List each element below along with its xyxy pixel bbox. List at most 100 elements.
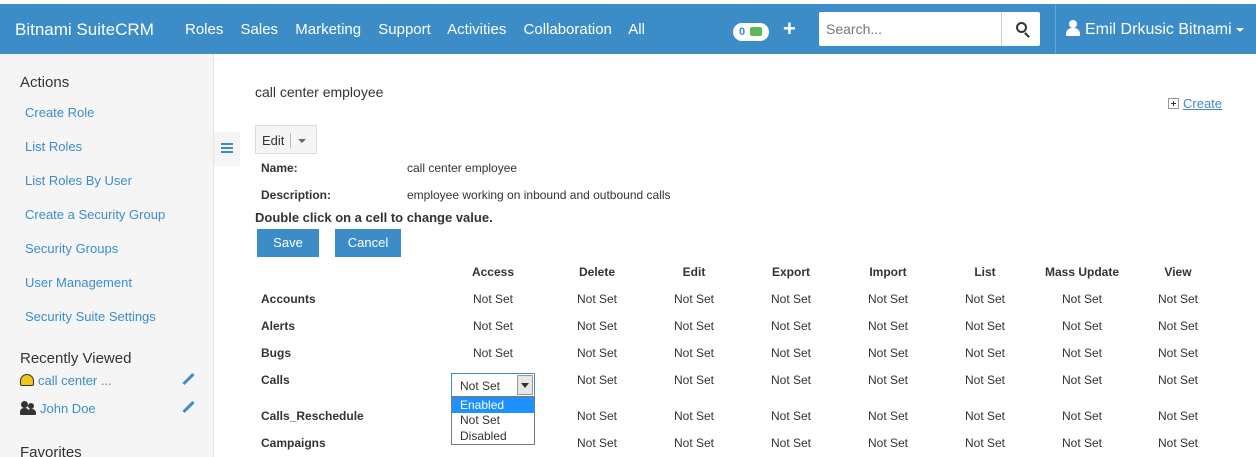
option-enabled[interactable]: Enabled (452, 398, 534, 414)
permission-cell[interactable]: Not Set (552, 292, 642, 306)
permission-cell[interactable]: Not Set (448, 346, 538, 360)
permission-cell[interactable]: Not Set (940, 436, 1030, 450)
permission-cell[interactable]: Not Set (940, 373, 1030, 387)
permission-cell[interactable]: Not Set (843, 436, 933, 450)
permission-cell[interactable]: Not Set (448, 319, 538, 333)
permission-cell[interactable]: Not Set (940, 292, 1030, 306)
permission-cell[interactable]: Not Set (746, 409, 836, 423)
cancel-button[interactable]: Cancel (335, 229, 401, 257)
page-title: call center employee (255, 84, 384, 100)
action-create-role[interactable]: Create Role (25, 105, 94, 120)
permission-cell[interactable]: Not Set (940, 346, 1030, 360)
caret-down-icon (298, 139, 306, 143)
pencil-icon[interactable] (182, 373, 194, 385)
main-menu: Roles Sales Marketing Support Activities… (185, 21, 658, 38)
search-button[interactable] (1001, 12, 1040, 46)
permission-cell[interactable]: Not Set (746, 292, 836, 306)
permission-cell[interactable]: Not Set (1037, 346, 1127, 360)
edit-label: Edit (262, 133, 285, 148)
permission-cell[interactable]: Not Set (1133, 409, 1223, 423)
recent-item-label: call center ... (38, 373, 112, 388)
recent-item-call-center[interactable]: call center ... (20, 373, 112, 388)
row-label: Bugs (261, 346, 291, 360)
list-view-icon[interactable] (214, 132, 240, 166)
permission-cell[interactable]: Not Set (1133, 436, 1223, 450)
permission-cell[interactable]: Not Set (649, 409, 739, 423)
permission-cell[interactable]: Not Set (843, 319, 933, 333)
permission-cell[interactable]: Not Set (746, 436, 836, 450)
permission-cell[interactable]: Not Set (843, 373, 933, 387)
chevron-down-icon[interactable] (517, 375, 533, 395)
permission-cell[interactable]: Not Set (448, 292, 538, 306)
action-create-security-group[interactable]: Create a Security Group (25, 207, 165, 222)
plus-icon[interactable]: + (783, 16, 796, 42)
brand-logo[interactable]: Bitnami SuiteCRM (15, 20, 154, 40)
permission-cell[interactable]: Not Set (746, 346, 836, 360)
col-import: Import (869, 265, 907, 279)
recent-item-john-doe[interactable]: John Doe (20, 401, 96, 416)
permission-cell[interactable]: Not Set (649, 346, 739, 360)
permission-cell[interactable]: Not Set (843, 409, 933, 423)
permission-cell[interactable]: Not Set (649, 436, 739, 450)
user-icon (1065, 20, 1081, 36)
permission-cell[interactable]: Not Set (1133, 373, 1223, 387)
row-label: Campaigns (261, 436, 326, 450)
menu-activities[interactable]: Activities (447, 21, 506, 38)
option-disabled[interactable]: Disabled (452, 429, 534, 444)
actions-heading: Actions (20, 74, 70, 91)
permission-cell[interactable]: Not Set (1037, 292, 1127, 306)
permission-cell[interactable]: Not Set (1037, 409, 1127, 423)
permission-cell[interactable]: Not Set (843, 346, 933, 360)
action-user-management[interactable]: User Management (25, 275, 132, 290)
permission-cell[interactable]: Not Set (1037, 319, 1127, 333)
permission-cell[interactable]: Not Set (1133, 346, 1223, 360)
name-value: call center employee (407, 161, 518, 175)
permission-cell[interactable]: Not Set (1037, 373, 1127, 387)
menu-sales[interactable]: Sales (241, 21, 279, 38)
sidebar: Actions Create Role List Roles List Role… (0, 54, 214, 457)
access-select[interactable]: Not Set (451, 373, 535, 397)
permission-cell[interactable]: Not Set (1133, 292, 1223, 306)
pencil-icon[interactable] (182, 401, 194, 413)
edit-dropdown-button[interactable]: Edit (255, 125, 317, 154)
permission-cell[interactable]: Not Set (940, 319, 1030, 333)
permission-cell[interactable]: Not Set (552, 409, 642, 423)
save-button[interactable]: Save (257, 229, 319, 257)
permission-cell[interactable]: Not Set (746, 319, 836, 333)
navbar-divider (1055, 4, 1056, 54)
permission-cell[interactable]: Not Set (552, 319, 642, 333)
permission-cell[interactable]: Not Set (552, 346, 642, 360)
permission-cell[interactable]: Not Set (746, 373, 836, 387)
action-security-groups[interactable]: Security Groups (25, 241, 118, 256)
col-edit: Edit (682, 265, 706, 279)
menu-marketing[interactable]: Marketing (295, 21, 361, 38)
menu-all[interactable]: All (628, 21, 645, 38)
action-list-roles-by-user[interactable]: List Roles By User (25, 173, 132, 188)
action-security-suite-settings[interactable]: Security Suite Settings (25, 309, 156, 324)
permission-cell[interactable]: Not Set (649, 292, 739, 306)
action-list-roles[interactable]: List Roles (25, 139, 82, 154)
user-menu[interactable]: Emil Drkusic Bitnami (1065, 20, 1244, 39)
create-link[interactable]: Create (1168, 96, 1222, 111)
permission-cell[interactable]: Not Set (1037, 436, 1127, 450)
col-export: Export (771, 265, 810, 279)
menu-support[interactable]: Support (378, 21, 431, 38)
permission-cell[interactable]: Not Set (552, 436, 642, 450)
menu-collaboration[interactable]: Collaboration (524, 21, 612, 38)
option-not-set[interactable]: Not Set (452, 413, 534, 428)
search-input[interactable] (819, 12, 1001, 46)
permission-cell[interactable]: Not Set (552, 373, 642, 387)
permission-cell[interactable]: Not Set (649, 319, 739, 333)
permission-cell[interactable]: Not Set (940, 409, 1030, 423)
permission-cell[interactable]: Not Set (1133, 319, 1223, 333)
search-box (819, 12, 1040, 46)
notification-badge[interactable]: 0 (733, 23, 769, 41)
permission-cell[interactable]: Not Set (843, 292, 933, 306)
top-navbar: Bitnami SuiteCRM Roles Sales Marketing S… (0, 4, 1256, 54)
permission-cell[interactable]: Not Set (649, 373, 739, 387)
menu-roles[interactable]: Roles (185, 21, 223, 38)
chat-bubble-icon (750, 27, 762, 36)
recently-viewed-heading: Recently Viewed (20, 350, 132, 367)
description-label: Description: (261, 188, 332, 202)
role-icon (20, 374, 34, 386)
